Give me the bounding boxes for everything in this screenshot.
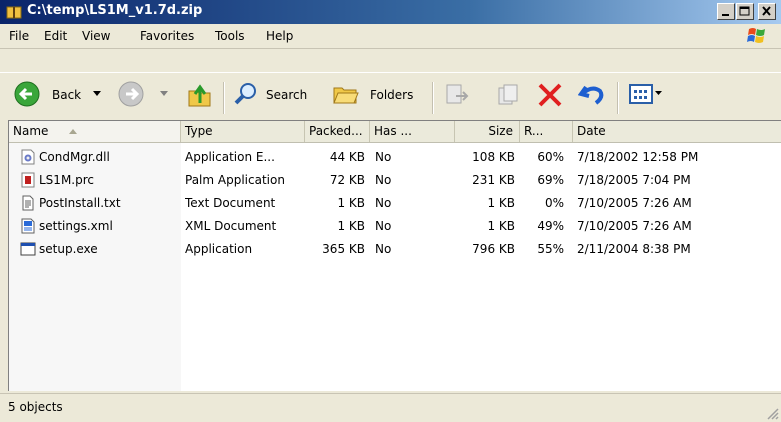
file-ratio: 49% [537, 219, 564, 233]
xml-document-icon [21, 218, 35, 234]
search-button[interactable]: Search [266, 88, 307, 102]
zip-folder-icon [6, 6, 22, 19]
up-folder-icon[interactable] [186, 81, 214, 109]
file-size: 108 KB [472, 150, 515, 164]
file-size: 796 KB [472, 242, 515, 256]
window-title: C:\temp\LS1M_v1.7d.zip [27, 3, 203, 18]
menu-file[interactable]: File [9, 29, 29, 43]
file-type: Application [185, 242, 253, 256]
move-to-icon[interactable] [444, 82, 470, 108]
file-packed: 1 KB [337, 196, 365, 210]
file-has-password: No [375, 150, 392, 164]
copy-to-icon[interactable] [496, 82, 522, 108]
column-header-type[interactable]: Type [181, 121, 305, 142]
forward-arrow-icon[interactable] [117, 80, 145, 108]
dll-icon [21, 149, 35, 165]
column-header-has-password[interactable]: Has ... [370, 121, 455, 142]
file-has-password: No [375, 196, 392, 210]
application-icon [20, 242, 36, 256]
table-row[interactable]: LS1M.prc Palm Application 72 KB No 231 K… [9, 169, 781, 191]
menu-tools[interactable]: Tools [215, 29, 245, 43]
views-icon[interactable] [628, 82, 654, 106]
resize-grip-icon[interactable] [765, 406, 779, 420]
file-ratio: 0% [544, 196, 564, 210]
explorer-window: C:\temp\LS1M_v1.7d.zip File Edit View Fa… [0, 0, 781, 422]
menu-bar: File Edit View Favorites Tools Help [0, 24, 781, 49]
back-arrow-icon[interactable] [13, 80, 41, 108]
windows-logo-icon [747, 28, 765, 43]
file-packed: 72 KB [329, 173, 365, 187]
minimize-icon [722, 14, 729, 16]
file-size: 1 KB [487, 196, 515, 210]
back-dropdown-icon[interactable] [93, 91, 101, 97]
column-header-date[interactable]: Date [573, 121, 781, 142]
file-packed: 365 KB [322, 242, 365, 256]
standard-toolbar: Back Search Folders [0, 72, 781, 119]
file-has-password: No [375, 219, 392, 233]
file-type: Application E... [185, 150, 275, 164]
file-name: settings.xml [39, 219, 113, 233]
file-date: 7/10/2005 7:26 AM [577, 219, 692, 233]
file-name: setup.exe [39, 242, 98, 256]
file-size: 1 KB [487, 219, 515, 233]
file-date: 7/18/2005 7:04 PM [577, 173, 691, 187]
menu-view[interactable]: View [82, 29, 110, 43]
toolbar-separator [223, 82, 225, 114]
table-row[interactable]: PostInstall.txt Text Document 1 KB No 1 … [9, 192, 781, 214]
search-icon[interactable] [233, 81, 259, 107]
file-ratio: 69% [537, 173, 564, 187]
file-type: Text Document [185, 196, 276, 210]
file-date: 2/11/2004 8:38 PM [577, 242, 691, 256]
menu-edit[interactable]: Edit [44, 29, 67, 43]
back-button[interactable]: Back [52, 88, 81, 102]
close-button[interactable] [758, 3, 776, 20]
status-text: 5 objects [8, 400, 63, 414]
text-document-icon [22, 195, 34, 211]
minimize-button[interactable] [717, 3, 735, 20]
column-header-size[interactable]: Size [455, 121, 520, 142]
table-row[interactable]: setup.exe Application 365 KB No 796 KB 5… [9, 238, 781, 260]
file-name: CondMgr.dll [39, 150, 110, 164]
close-icon [762, 6, 771, 16]
menu-help[interactable]: Help [266, 29, 293, 43]
views-dropdown-icon[interactable] [655, 91, 663, 97]
delete-icon[interactable] [536, 81, 564, 109]
file-type: Palm Application [185, 173, 285, 187]
folders-button[interactable]: Folders [370, 88, 413, 102]
forward-dropdown-icon[interactable] [160, 91, 168, 97]
file-size: 231 KB [472, 173, 515, 187]
file-date: 7/18/2002 12:58 PM [577, 150, 699, 164]
undo-icon[interactable] [578, 81, 606, 109]
column-header-packed[interactable]: Packed... [305, 121, 370, 142]
table-row[interactable]: settings.xml XML Document 1 KB No 1 KB 4… [9, 215, 781, 237]
file-packed: 44 KB [329, 150, 365, 164]
title-bar[interactable]: C:\temp\LS1M_v1.7d.zip [0, 0, 781, 24]
list-header: Name Type Packed... Has ... Size R... Da… [9, 121, 781, 143]
folders-icon[interactable] [332, 81, 360, 107]
column-header-name[interactable]: Name [9, 121, 181, 142]
file-has-password: No [375, 173, 392, 187]
column-header-ratio[interactable]: R... [520, 121, 573, 142]
file-packed: 1 KB [337, 219, 365, 233]
file-name: LS1M.prc [39, 173, 94, 187]
table-row[interactable]: CondMgr.dll Application E... 44 KB No 10… [9, 146, 781, 168]
menu-favorites[interactable]: Favorites [140, 29, 194, 43]
file-ratio: 60% [537, 150, 564, 164]
maximize-button[interactable] [736, 3, 754, 20]
file-name: PostInstall.txt [39, 196, 121, 210]
toolbar-separator [432, 82, 434, 114]
file-ratio: 55% [537, 242, 564, 256]
file-list[interactable]: Name Type Packed... Has ... Size R... Da… [8, 120, 781, 391]
status-bar: 5 objects [0, 393, 781, 422]
palm-app-icon [21, 172, 35, 188]
maximize-icon [739, 6, 750, 16]
file-has-password: No [375, 242, 392, 256]
sort-ascending-icon [69, 129, 77, 134]
file-type: XML Document [185, 219, 277, 233]
file-date: 7/10/2005 7:26 AM [577, 196, 692, 210]
toolbar-separator [617, 82, 619, 114]
